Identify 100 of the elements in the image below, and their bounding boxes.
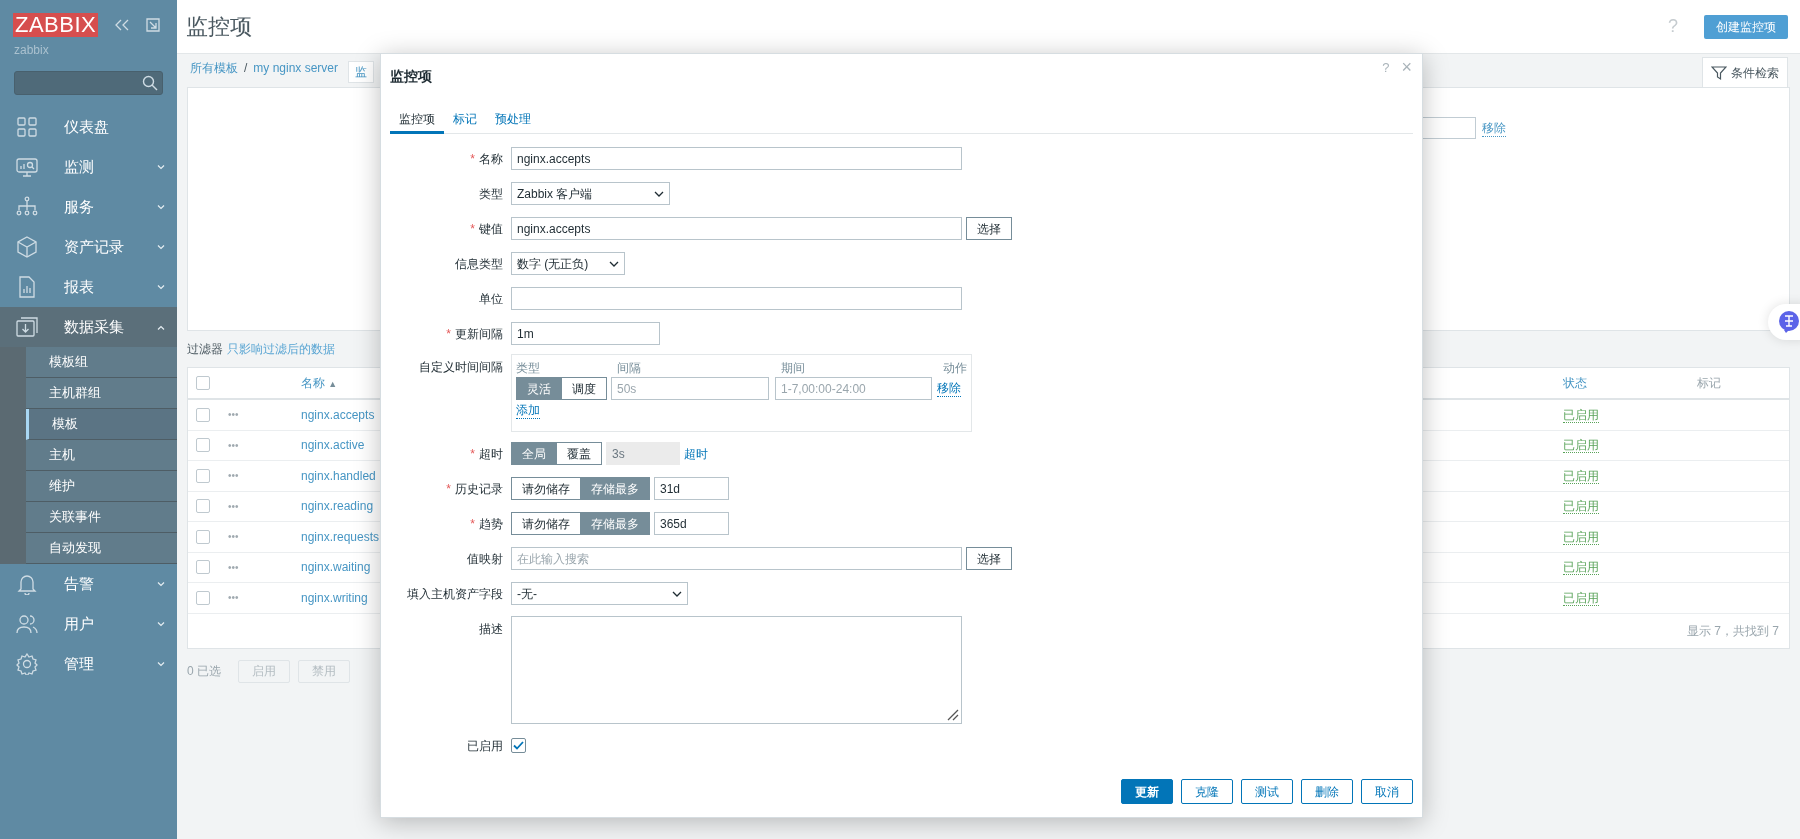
more-menu[interactable]: ••• <box>228 437 301 453</box>
segment-button[interactable]: 存储最多 <box>581 477 650 500</box>
menu-item[interactable]: 服务 <box>0 187 177 227</box>
submenu-item[interactable]: 主机 <box>26 440 177 471</box>
search-field[interactable] <box>14 71 163 95</box>
checkbox[interactable] <box>196 376 210 390</box>
menu-item[interactable]: 管理 <box>0 644 177 684</box>
search-field[interactable]: 在此输入搜索 <box>511 547 962 570</box>
close-icon[interactable]: × <box>1401 54 1412 81</box>
select-field[interactable]: Zabbix 客户端 <box>511 182 670 205</box>
segment-button[interactable]: 灵活 <box>516 377 562 400</box>
dialog-button[interactable]: 删除 <box>1301 779 1353 804</box>
dialog-tab[interactable]: 监控项 <box>390 110 444 134</box>
filter-tab[interactable]: 条件检索 <box>1702 57 1788 87</box>
status-link[interactable]: 已启用 <box>1563 590 1599 606</box>
submenu-item[interactable]: 模板组 <box>26 347 177 378</box>
submenu-item[interactable]: 自动发现 <box>26 533 177 564</box>
field-label: 更新间隔 <box>455 325 503 343</box>
checkbox[interactable] <box>196 468 210 483</box>
breadcrumb-link[interactable]: 所有模板 <box>190 59 238 77</box>
remove-link[interactable]: 移除 <box>937 380 961 397</box>
status-link[interactable]: 已启用 <box>1563 499 1599 515</box>
text-field[interactable]: 1m <box>511 322 660 345</box>
submenu-item[interactable]: 维护 <box>26 471 177 502</box>
text-field[interactable]: nginx.accepts <box>511 217 962 240</box>
item-name-link[interactable]: nginx.handled <box>301 468 376 483</box>
settings-icon <box>16 653 38 675</box>
required-mark: * <box>446 480 451 498</box>
segment-button[interactable]: 请勿储存 <box>511 477 581 500</box>
segment-button[interactable]: 调度 <box>562 377 607 400</box>
chevron-down-icon <box>157 244 165 250</box>
more-menu[interactable]: ••• <box>228 590 301 606</box>
checkbox[interactable] <box>196 590 210 605</box>
menu-item[interactable]: 监测 <box>0 147 177 187</box>
help-icon[interactable]: ? <box>1382 58 1390 78</box>
breadcrumb-tab[interactable]: 监 <box>348 61 375 83</box>
menu-item[interactable]: 报表 <box>0 267 177 307</box>
item-name-link[interactable]: nginx.active <box>301 438 365 453</box>
item-name-link[interactable]: nginx.waiting <box>301 560 371 575</box>
status-link[interactable]: 已启用 <box>1563 468 1599 484</box>
text-field[interactable]: 50s <box>611 377 769 400</box>
select-button[interactable]: 选择 <box>966 217 1012 240</box>
more-menu[interactable]: ••• <box>228 498 301 514</box>
status-link[interactable]: 已启用 <box>1563 529 1599 545</box>
field-label: 单位 <box>479 290 503 308</box>
item-name-link[interactable]: nginx.requests <box>301 529 380 544</box>
item-name-link[interactable]: nginx.writing <box>301 590 368 605</box>
checkbox[interactable] <box>196 529 210 544</box>
checkbox[interactable] <box>196 560 210 575</box>
submenu-item[interactable]: 关联事件 <box>26 502 177 533</box>
text-field[interactable]: 1-7,00:00-24:00 <box>775 377 932 400</box>
select-field[interactable]: 数字 (无正负) <box>511 252 625 275</box>
text-field[interactable] <box>511 287 962 310</box>
checkbox[interactable] <box>196 438 210 453</box>
add-link[interactable]: 添加 <box>516 403 540 419</box>
segment-button[interactable]: 请勿储存 <box>511 512 581 535</box>
chevron-down-icon <box>157 621 165 627</box>
menu-item[interactable]: 用户 <box>0 604 177 644</box>
submenu-item[interactable]: 主机群组 <box>26 378 177 409</box>
dialog-button[interactable]: 克隆 <box>1181 779 1233 804</box>
menu-item[interactable]: 资产记录 <box>0 227 177 267</box>
menu-item[interactable]: 告警 <box>0 564 177 604</box>
create-item-button[interactable]: 创建监控项 <box>1704 14 1788 39</box>
submenu-item[interactable]: 模板 <box>26 409 177 440</box>
more-menu[interactable]: ••• <box>228 529 301 545</box>
menu-item[interactable]: 仪表盘 <box>0 107 177 147</box>
column-header[interactable]: 标记 <box>1697 374 1789 392</box>
checkbox[interactable] <box>196 407 210 422</box>
text-field[interactable]: 31d <box>654 477 729 500</box>
field-label: 类型 <box>479 185 503 203</box>
selected-count: 0 已选 <box>187 663 221 680</box>
select-button[interactable]: 选择 <box>966 547 1012 570</box>
text-field[interactable]: 365d <box>654 512 729 535</box>
dialog-tab[interactable]: 预处理 <box>486 110 540 134</box>
status-link[interactable]: 已启用 <box>1563 438 1599 454</box>
row-count: 显示 7，共找到 7 <box>1687 622 1779 640</box>
item-name-link[interactable]: nginx.accepts <box>301 407 375 422</box>
dialog-button[interactable]: 测试 <box>1241 779 1293 804</box>
more-menu[interactable]: ••• <box>228 468 301 484</box>
download-icon <box>16 316 38 338</box>
menu-item[interactable]: 数据采集 <box>0 307 177 347</box>
item-name-link[interactable]: nginx.reading <box>301 499 374 514</box>
dialog-tab[interactable]: 标记 <box>444 110 486 134</box>
remove-link[interactable]: 移除 <box>1482 120 1506 137</box>
dialog-button[interactable]: 取消 <box>1361 779 1413 804</box>
breadcrumb-link[interactable]: my nginx server <box>253 59 339 77</box>
dialog-button[interactable]: 更新 <box>1121 779 1173 804</box>
segment-button[interactable]: 存储最多 <box>581 512 650 535</box>
description-field[interactable] <box>511 616 962 724</box>
text-field[interactable]: nginx.accepts <box>511 147 962 170</box>
status-link[interactable]: 已启用 <box>1563 560 1599 576</box>
select-field[interactable]: -无- <box>511 582 688 605</box>
column-header[interactable]: 状态 <box>1563 374 1697 392</box>
field-label: 值映射 <box>467 550 503 568</box>
field-label: 描述 <box>479 621 503 638</box>
checkbox[interactable] <box>511 738 526 753</box>
status-link[interactable]: 已启用 <box>1563 407 1599 423</box>
more-menu[interactable]: ••• <box>228 559 301 575</box>
more-menu[interactable]: ••• <box>228 407 301 423</box>
checkbox[interactable] <box>196 499 210 514</box>
